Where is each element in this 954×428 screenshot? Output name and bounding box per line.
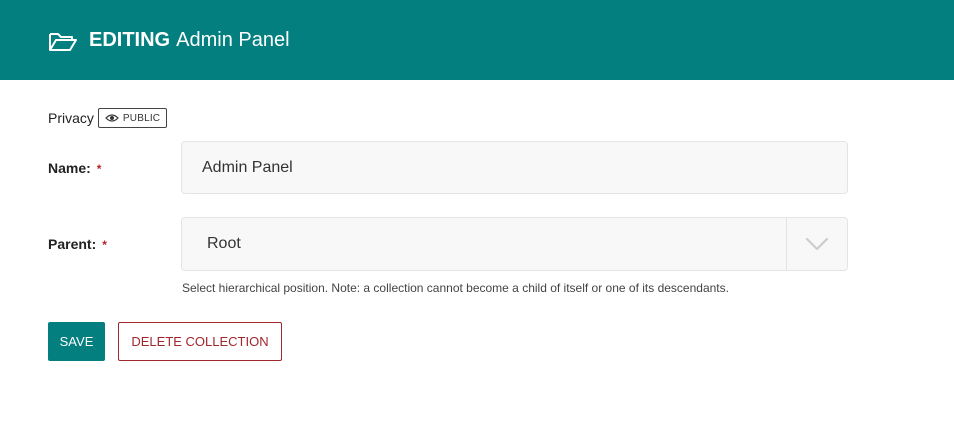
page-header: EDITING Admin Panel	[0, 0, 954, 80]
parent-help-text: Select hierarchical position. Note: a co…	[182, 281, 729, 295]
parent-select[interactable]: Root	[181, 217, 848, 271]
privacy-badge[interactable]: PUBLIC	[97, 108, 168, 128]
dropdown-toggle[interactable]	[786, 218, 847, 270]
privacy-badge-text: PUBLIC	[122, 112, 161, 124]
chevron-down-icon	[805, 237, 829, 251]
privacy-label: Privacy	[48, 110, 94, 126]
eye-icon	[105, 113, 119, 123]
delete-collection-button[interactable]: DELETE COLLECTION	[118, 322, 282, 361]
editing-label: EDITING	[89, 29, 171, 51]
name-input[interactable]	[181, 141, 848, 194]
name-label-text: Name:	[48, 160, 91, 176]
save-button[interactable]: SAVE	[48, 322, 105, 361]
required-mark: *	[96, 162, 102, 176]
collection-title: Admin Panel	[176, 29, 290, 51]
folder-open-icon	[48, 30, 78, 54]
parent-select-value: Root	[207, 235, 241, 252]
parent-label: Parent: *	[48, 236, 107, 252]
privacy-row: Privacy PUBLIC	[48, 108, 168, 128]
page-title: EDITING Admin Panel	[89, 28, 290, 52]
parent-label-text: Parent:	[48, 236, 97, 252]
required-mark: *	[102, 238, 107, 252]
name-label: Name: *	[48, 160, 101, 176]
